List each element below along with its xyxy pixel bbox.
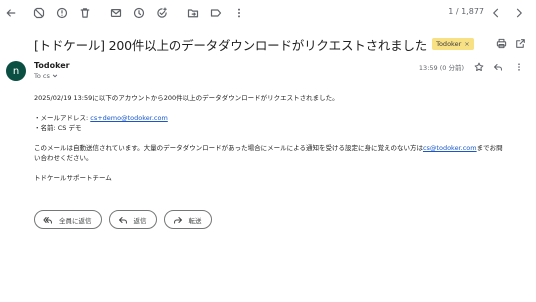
- reply-all-icon: [43, 216, 52, 224]
- notice-text: このメールは自動送信されています。大量のデータダウンロードがあった場合にメールに…: [34, 144, 423, 152]
- more-options-icon[interactable]: [512, 60, 526, 74]
- reply-icon[interactable]: [491, 60, 505, 74]
- label-chip-todoker[interactable]: Todoker ×: [432, 38, 474, 50]
- label-icon[interactable]: [208, 5, 224, 21]
- move-to-icon[interactable]: [185, 5, 201, 21]
- notice-suffix: までお問: [476, 144, 503, 152]
- report-spam-icon[interactable]: [31, 5, 47, 21]
- mark-unread-icon[interactable]: [108, 5, 124, 21]
- delete-icon[interactable]: [77, 5, 93, 21]
- email-label: ・メールアドレス:: [34, 114, 91, 122]
- support-email-link[interactable]: cs@todoker.com: [423, 144, 477, 152]
- back-arrow-icon[interactable]: [3, 5, 19, 21]
- reply-arrow-icon: [118, 216, 127, 224]
- label-remove-icon[interactable]: ×: [464, 40, 469, 48]
- toolbar: 1 / 1,877: [0, 0, 536, 26]
- newer-chevron-left-icon[interactable]: [488, 5, 504, 21]
- open-in-new-window-icon[interactable]: [513, 36, 527, 50]
- older-chevron-right-icon[interactable]: [511, 5, 527, 21]
- body-line-email: ・メールアドレス: cs+demo@todoker.com: [34, 113, 168, 123]
- recipients-text: To cs: [34, 72, 50, 80]
- reply-label: 返信: [133, 216, 147, 225]
- reply-actions: 全員に返信 返信 転送: [34, 210, 212, 229]
- print-icon[interactable]: [494, 36, 508, 50]
- forward-label: 転送: [188, 216, 202, 225]
- account-email-link[interactable]: cs+demo@todoker.com: [90, 114, 168, 122]
- label-chip-text: Todoker: [436, 40, 462, 48]
- signature: トドケールサポートチーム: [34, 174, 112, 182]
- reply-all-label: 全員に返信: [59, 216, 92, 225]
- body-line-notice-cont: い合わせください。: [34, 154, 93, 162]
- email-timestamp: 13:59 (0 分前): [418, 64, 464, 72]
- star-icon[interactable]: [472, 60, 486, 74]
- sender-avatar: n: [6, 61, 26, 81]
- recipients-toggle[interactable]: To cs: [34, 72, 58, 80]
- more-vert-icon[interactable]: [231, 5, 247, 21]
- body-line-request: 2025/02/19 13:59に以下のアカウントから200件以上のデータダウン…: [34, 94, 339, 102]
- chevron-down-icon: [52, 74, 58, 78]
- reply-all-button[interactable]: 全員に返信: [34, 210, 102, 229]
- reply-button[interactable]: 返信: [108, 210, 157, 229]
- body-line-notice: このメールは自動送信されています。大量のデータダウンロードがあった場合にメールに…: [34, 143, 503, 153]
- sender-name: Todoker: [34, 61, 70, 70]
- pager-count: 1 / 1,877: [448, 7, 484, 16]
- forward-button[interactable]: 転送: [163, 210, 212, 229]
- body-line-name: ・名前: CS デモ: [34, 124, 82, 132]
- add-task-icon[interactable]: [154, 5, 170, 21]
- subject-row: [トドケール] 200件以上のデータダウンロードがリクエストされました Todo…: [34, 34, 524, 54]
- email-subject: [トドケール] 200件以上のデータダウンロードがリクエストされました: [34, 37, 428, 53]
- info-icon[interactable]: [54, 5, 70, 21]
- snooze-icon[interactable]: [131, 5, 147, 21]
- forward-arrow-icon: [173, 216, 182, 224]
